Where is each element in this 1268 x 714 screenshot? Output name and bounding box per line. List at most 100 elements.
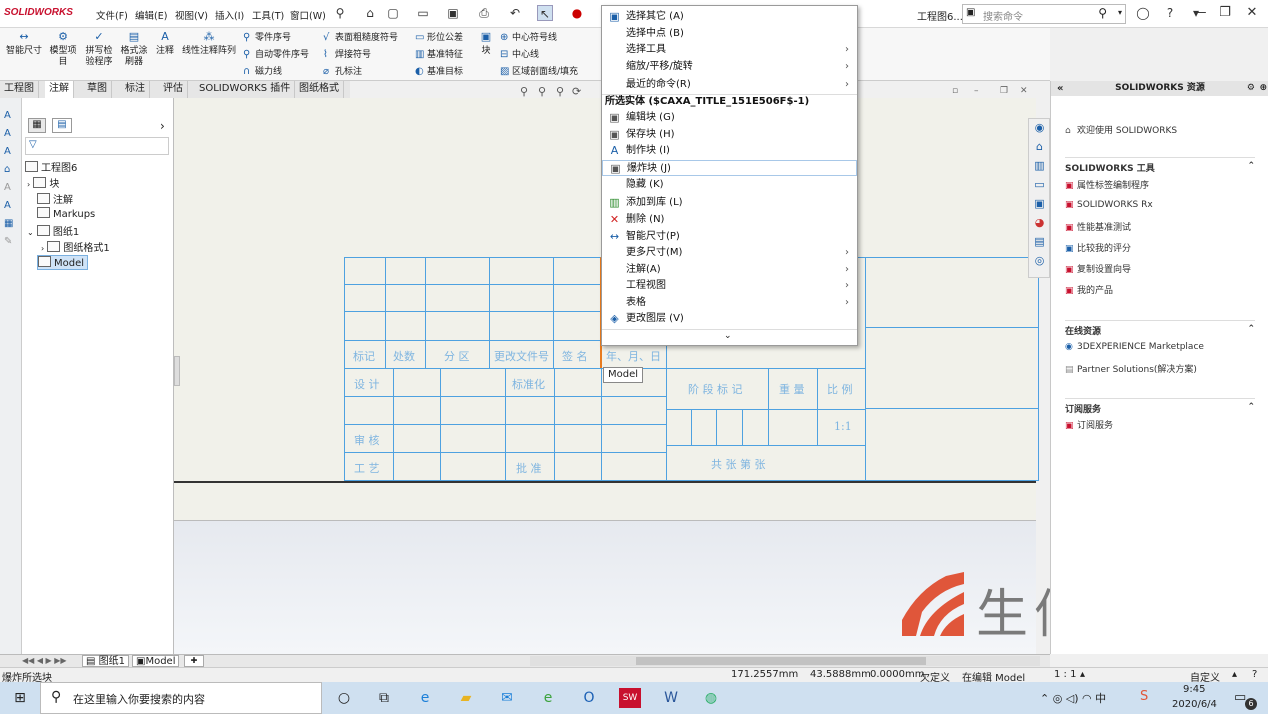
- help-icon[interactable]: ?: [1162, 5, 1178, 21]
- ie-browser-icon[interactable]: e: [537, 688, 559, 708]
- menu-selection-tools[interactable]: 选择工具 ›: [602, 42, 857, 58]
- balloon-tool-icon[interactable]: A: [4, 128, 11, 139]
- online-partner-solutions[interactable]: ▤ Partner Solutions(解决方案): [1065, 362, 1197, 375]
- subscription-section-header[interactable]: 订阅服务 ⌃: [1065, 398, 1255, 415]
- chevron-down-icon[interactable]: ▾: [1118, 8, 1122, 17]
- menu-select-midpoint[interactable]: 选择中点 (B): [602, 26, 857, 42]
- centerline-button[interactable]: ⊟ 中心线: [500, 47, 539, 60]
- menu-more-dimensions[interactable]: 更多尺寸(M) ›: [602, 245, 857, 261]
- menu-zoom-pan-rotate[interactable]: 缩放/平移/旋转 ›: [602, 59, 857, 75]
- search-command-input[interactable]: ▣ 搜索命令 ⚲ ▾: [962, 4, 1126, 24]
- word-icon[interactable]: W: [660, 688, 682, 708]
- clock-date[interactable]: 2020/6/4: [1172, 699, 1217, 710]
- select-pointer-icon[interactable]: ↖: [537, 5, 553, 21]
- sheet-nav-icon[interactable]: ◀◀ ◀ ▶ ▶▶: [22, 656, 67, 665]
- linear-note-pattern-button[interactable]: ⁂ 线性注释阵列: [179, 31, 239, 57]
- panel-collapse-handle[interactable]: [174, 356, 180, 386]
- wechat-icon[interactable]: ◍: [700, 688, 722, 708]
- units-dropdown-icon[interactable]: ▴: [1232, 669, 1237, 680]
- geometric-tolerance-button[interactable]: ▭ 形位公差: [415, 30, 463, 43]
- taskbar-search[interactable]: ⚲ 在这里输入你要搜索的内容: [40, 682, 322, 714]
- pin-panel-icon[interactable]: ⊕: [1259, 81, 1267, 96]
- menu-recent-commands[interactable]: 最近的命令(R) ›: [602, 77, 857, 93]
- open-icon[interactable]: ▭: [415, 5, 431, 21]
- note-tool-icon[interactable]: A: [4, 110, 11, 121]
- horizontal-scrollbar[interactable]: [530, 656, 1040, 666]
- weld-symbol-button[interactable]: ⌇ 焊接符号: [323, 47, 371, 60]
- datum-tool-icon[interactable]: A: [4, 182, 11, 193]
- hatch-tool-icon[interactable]: ▦: [4, 218, 13, 229]
- tool-compare-score[interactable]: ▣ 比较我的评分: [1065, 241, 1131, 254]
- tree-item-blocks[interactable]: › 块: [27, 175, 59, 190]
- minimize-button[interactable]: —: [1188, 5, 1212, 23]
- tab-evaluate[interactable]: 评估: [159, 81, 188, 98]
- appearances-icon[interactable]: ◕: [1032, 216, 1047, 231]
- tool-copy-settings[interactable]: ▣ 复制设置向导: [1065, 262, 1131, 275]
- solidworks-taskbar-icon[interactable]: SW: [619, 688, 641, 708]
- status-help-icon[interactable]: ?: [1252, 669, 1257, 680]
- clock-time[interactable]: 9:45: [1183, 684, 1205, 695]
- tree-item-sheet1[interactable]: ⌄ 图纸1: [27, 223, 79, 238]
- menu-drawing-views[interactable]: 工程视图 ›: [602, 278, 857, 294]
- tab-drawing[interactable]: 工程图: [0, 81, 39, 98]
- restore-button[interactable]: ❐: [1213, 5, 1237, 23]
- menu-tools[interactable]: 工具(T): [252, 8, 284, 22]
- format-painter-button[interactable]: ▤ 格式涂刷器: [117, 31, 151, 68]
- save-icon[interactable]: ▣: [445, 5, 461, 21]
- undo-icon[interactable]: ↶: [507, 5, 523, 21]
- balloon-button[interactable]: ⚲ 零件序号: [243, 30, 291, 43]
- online-marketplace[interactable]: ◉ 3DEXPERIENCE Marketplace: [1065, 342, 1204, 352]
- cortana-icon[interactable]: ○: [333, 688, 355, 708]
- tree-root[interactable]: 工程图6: [25, 159, 77, 174]
- status-scale-dropdown[interactable]: ▴: [1080, 669, 1085, 680]
- mail-icon[interactable]: ✉: [496, 688, 518, 708]
- menu-edit-block[interactable]: ▣ 编辑块 (G): [602, 110, 857, 126]
- settings-icon[interactable]: ⚙: [1247, 81, 1255, 96]
- library-icon[interactable]: ▥: [1032, 159, 1047, 174]
- menu-select-other[interactable]: ▣ 选择其它 (A): [602, 9, 857, 25]
- user-icon[interactable]: ◯: [1135, 5, 1151, 21]
- tree-item-markups[interactable]: Markups: [37, 207, 95, 220]
- tab-sketch[interactable]: 草图: [83, 81, 112, 98]
- doc-restore-icon[interactable]: ❐: [1000, 86, 1008, 96]
- menu-explode-block[interactable]: ▣ 爆炸块 (J): [602, 160, 857, 176]
- block-button[interactable]: ▣ 块: [478, 31, 494, 57]
- menu-window[interactable]: 窗口(W): [290, 8, 326, 22]
- collapse-icon[interactable]: «: [1057, 81, 1063, 96]
- tool-benchmark[interactable]: ▣ 性能基准测试: [1065, 220, 1131, 233]
- doc-window-icon[interactable]: ▫: [952, 86, 958, 96]
- misc-tool-icon[interactable]: ✎: [4, 236, 12, 247]
- print-icon[interactable]: ⎙: [476, 5, 492, 21]
- smart-dimension-button[interactable]: ↔ 智能尺寸: [3, 31, 45, 57]
- view-palette-icon[interactable]: ▣: [1032, 197, 1047, 212]
- task-view-icon[interactable]: ⧉: [373, 688, 395, 708]
- model-items-button[interactable]: ⚙ 模型项目: [46, 31, 80, 68]
- hole-callout-button[interactable]: ⌀ 孔标注: [323, 64, 362, 77]
- file-explorer-icon[interactable]: ▭: [1032, 178, 1047, 193]
- pin-icon[interactable]: ⚲: [332, 5, 348, 21]
- menu-add-to-library[interactable]: ▥ 添加到库 (L): [602, 195, 857, 211]
- edge-icon[interactable]: e: [414, 688, 436, 708]
- tree-item-model[interactable]: Model: [37, 255, 89, 270]
- home-icon[interactable]: ⌂: [362, 5, 378, 21]
- view-zoom-area-icon[interactable]: ⚲: [538, 85, 546, 98]
- view-rotate-icon[interactable]: ⟳: [572, 85, 581, 98]
- forum-icon[interactable]: ◎: [1032, 254, 1047, 269]
- scrollbar-thumb[interactable]: [636, 657, 926, 665]
- menu-edit[interactable]: 编辑(E): [135, 8, 167, 22]
- outlook-icon[interactable]: O: [578, 688, 600, 708]
- menu-make-block[interactable]: A 制作块 (I): [602, 143, 857, 159]
- tool-property-tab-builder[interactable]: ▣ 属性标签编制程序: [1065, 178, 1149, 191]
- menu-file[interactable]: 文件(F): [96, 8, 128, 22]
- welcome-link[interactable]: ⌂ 欢迎使用 SOLIDWORKS: [1065, 123, 1177, 136]
- doc-close-icon[interactable]: ✕: [1020, 86, 1028, 96]
- rebuild-icon[interactable]: ●: [569, 5, 585, 21]
- magnetic-line-button[interactable]: ∩ 磁力线: [243, 64, 282, 77]
- tool-my-products[interactable]: ▣ 我的产品: [1065, 283, 1113, 296]
- file-explorer-icon[interactable]: ▰: [455, 688, 477, 708]
- home-pane-icon[interactable]: ⌂: [1032, 140, 1047, 155]
- datum-feature-button[interactable]: ▥ 基准特征: [415, 47, 463, 60]
- close-button[interactable]: ✕: [1240, 5, 1264, 23]
- menu-view[interactable]: 视图(V): [175, 8, 208, 22]
- view-zoom-icon[interactable]: ⚲: [556, 85, 564, 98]
